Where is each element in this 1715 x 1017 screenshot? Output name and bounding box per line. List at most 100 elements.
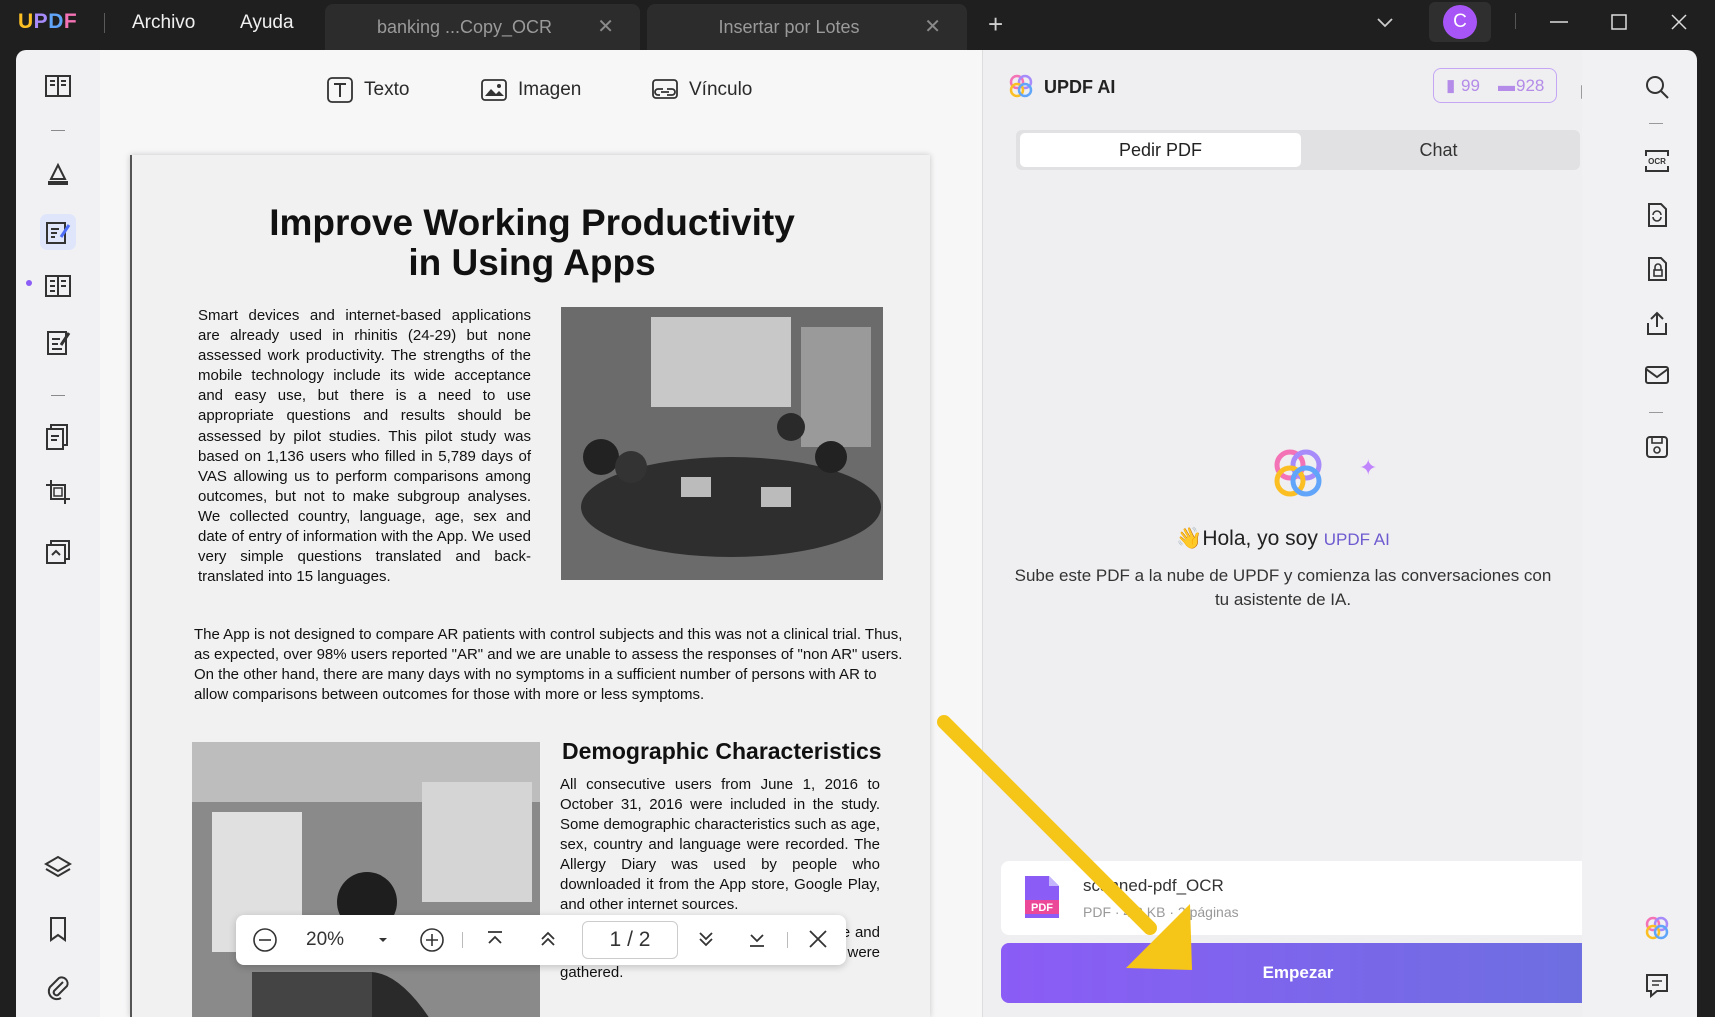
- toolbar-divider: [51, 395, 65, 396]
- tab-chat[interactable]: Chat: [1301, 133, 1576, 167]
- tab-insertar-por-lotes[interactable]: Insertar por Lotes ✕: [647, 4, 967, 50]
- attachment-icon[interactable]: [40, 970, 76, 1006]
- page-number-box[interactable]: 1 / 2: [582, 921, 678, 959]
- ai-mode-tabs: Pedir PDF Chat: [1016, 130, 1580, 170]
- title-separator: [104, 13, 105, 33]
- ai-description: Sube este PDF a la nube de UPDF y comien…: [1014, 566, 1552, 609]
- pdf-file-icon: PDF: [1025, 876, 1059, 918]
- compare-icon[interactable]: [40, 534, 76, 570]
- menu-archivo[interactable]: Archivo: [132, 12, 195, 34]
- comment-icon[interactable]: [1642, 970, 1672, 1000]
- close-icon[interactable]: [806, 927, 830, 951]
- maximize-icon[interactable]: [1607, 10, 1631, 34]
- form-edit-icon[interactable]: [40, 324, 76, 360]
- organize-pages-icon[interactable]: [40, 418, 76, 454]
- last-page-icon[interactable]: [745, 927, 769, 951]
- total-pages: 2: [638, 928, 651, 951]
- greeting-brand: UPDF AI: [1323, 530, 1390, 549]
- zoom-in-icon[interactable]: [419, 927, 445, 953]
- document-credits: 99: [1461, 76, 1480, 95]
- ai-credits-badge[interactable]: ▮ 99 ▬ 928: [1433, 68, 1557, 103]
- zoom-bar: 20% 1 / 2: [236, 915, 846, 965]
- crop-icon[interactable]: [40, 474, 76, 510]
- paragraph-2: The App is not designed to compare AR pa…: [194, 626, 903, 703]
- updf-ai-logo-icon: [1009, 74, 1033, 98]
- tab-pedir-pdf[interactable]: Pedir PDF: [1020, 133, 1301, 167]
- toolbar-divider: [51, 130, 65, 131]
- left-toolbar: [16, 50, 100, 1017]
- document-area: Texto Imagen Vínculo Improve Working Pro…: [100, 50, 982, 1017]
- message-credits: 928: [1516, 76, 1545, 95]
- active-indicator: [26, 280, 32, 286]
- wave-emoji: 👋: [1176, 527, 1203, 550]
- edit-pdf-icon[interactable]: [40, 214, 76, 250]
- share-icon[interactable]: [1642, 308, 1672, 338]
- meeting-photo: [561, 307, 883, 580]
- title-line-2: in Using Apps: [408, 242, 656, 283]
- zoom-out-icon[interactable]: [252, 927, 278, 953]
- title-bar: UPDF Archivo Ayuda banking ...Copy_OCR ✕…: [0, 0, 1715, 50]
- zoom-separator: [787, 932, 788, 948]
- document-credits-icon: ▮: [1446, 76, 1456, 95]
- tab-banking-copy-ocr[interactable]: banking ...Copy_OCR ✕: [325, 4, 640, 50]
- layers-icon[interactable]: [40, 850, 76, 886]
- toolbar-divider: [1649, 412, 1663, 413]
- image-icon: [481, 79, 507, 101]
- save-icon[interactable]: [1642, 432, 1672, 462]
- previous-page-icon[interactable]: [536, 927, 560, 951]
- add-text-button[interactable]: Texto: [326, 76, 409, 104]
- highlighter-icon[interactable]: [40, 156, 76, 192]
- edit-toolbar: Texto Imagen Vínculo: [100, 50, 982, 130]
- tab-label: Insertar por Lotes: [718, 17, 860, 37]
- worker-photo-art: [192, 742, 540, 1017]
- close-tab-icon[interactable]: ✕: [924, 14, 941, 39]
- meeting-photo-art: [561, 307, 883, 580]
- section-heading: Demographic Characteristics: [562, 738, 882, 764]
- zoom-level[interactable]: 20%: [306, 929, 344, 951]
- bookmark-icon[interactable]: [40, 911, 76, 947]
- link-label: Vínculo: [689, 79, 753, 100]
- page-separator: /: [627, 928, 633, 951]
- tab-label: banking ...Copy_OCR: [376, 17, 553, 37]
- page-title: Improve Working Productivity in Using App…: [132, 203, 930, 283]
- ai-panel-title: UPDF AI: [1044, 77, 1116, 97]
- updf-ai-icon[interactable]: [1642, 913, 1672, 943]
- ocr-icon[interactable]: OCR: [1642, 146, 1672, 176]
- paragraph-1: Smart devices and internet-based applica…: [198, 307, 531, 586]
- close-window-icon[interactable]: [1667, 10, 1691, 34]
- ai-greeting: 👋Hola, yo soy UPDF AI: [983, 527, 1583, 551]
- text-icon: [327, 77, 353, 103]
- menu-ayuda[interactable]: Ayuda: [240, 12, 294, 34]
- next-page-icon[interactable]: [694, 927, 718, 951]
- updf-logo: UPDF: [18, 10, 78, 33]
- page-layout-icon[interactable]: [40, 268, 76, 304]
- link-icon: [652, 79, 678, 99]
- new-tab-icon[interactable]: +: [988, 9, 1003, 40]
- minimize-icon[interactable]: [1547, 10, 1571, 34]
- mail-icon[interactable]: [1642, 360, 1672, 390]
- close-tab-icon[interactable]: ✕: [597, 14, 614, 39]
- file-meta: PDF · 4.3 KB · 2 páginas: [1083, 904, 1239, 920]
- start-button[interactable]: Empezar: [1001, 943, 1595, 1003]
- file-card: PDF scanned-pdf_OCR PDF · 4.3 KB · 2 pág…: [1001, 861, 1595, 935]
- add-image-button[interactable]: Imagen: [480, 76, 581, 104]
- reader-mode-icon[interactable]: [40, 68, 76, 104]
- window-separator: [1515, 13, 1516, 29]
- avatar[interactable]: C: [1443, 5, 1477, 39]
- image-label: Imagen: [518, 79, 582, 100]
- zoom-separator: [462, 932, 463, 948]
- message-credits-icon: ▬: [1498, 76, 1515, 95]
- worker-photo: [192, 742, 540, 1017]
- convert-icon[interactable]: [1642, 200, 1672, 230]
- chevron-down-icon[interactable]: [1375, 12, 1395, 32]
- greeting-text: Hola, yo soy: [1202, 527, 1318, 550]
- protect-icon[interactable]: [1642, 254, 1672, 284]
- zoom-dropdown-icon[interactable]: [378, 935, 388, 945]
- svg-text:OCR: OCR: [1648, 157, 1666, 166]
- pdf-page[interactable]: Improve Working Productivity in Using App…: [130, 155, 930, 1017]
- pdf-file-type: PDF: [1031, 902, 1053, 914]
- toolbar-divider: [1649, 123, 1663, 124]
- add-link-button[interactable]: Vínculo: [651, 76, 752, 104]
- search-icon[interactable]: [1642, 72, 1672, 102]
- first-page-icon[interactable]: [483, 927, 507, 951]
